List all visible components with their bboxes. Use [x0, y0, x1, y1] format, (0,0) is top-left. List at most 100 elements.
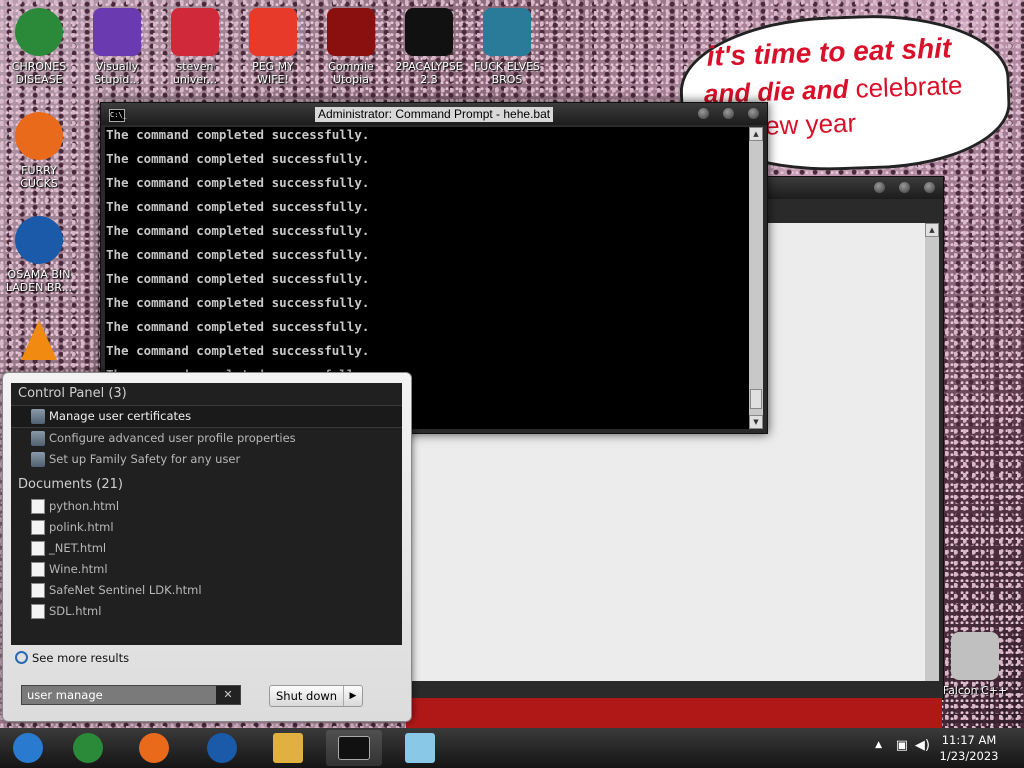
desktop-icon[interactable]: OSAMA BIN LADEN BR...	[2, 216, 76, 294]
html-file-icon	[31, 541, 45, 556]
obama-logo-icon	[15, 216, 63, 264]
document-result[interactable]: Wine.html	[11, 559, 402, 580]
html-file-icon	[31, 562, 45, 577]
desktop-icon[interactable]: 2PACALYPSE 2.3	[392, 8, 466, 86]
taskbar-firefox[interactable]	[126, 730, 182, 766]
desktop-icon-label: CHRONES DISEASE	[11, 60, 67, 86]
document-result[interactable]: python.html	[11, 496, 402, 517]
maximize-icon[interactable]	[899, 182, 910, 193]
cmd-icon	[338, 736, 370, 760]
taskbar-explorer[interactable]	[260, 730, 316, 766]
desktop-icon-label: Commie Utopia	[328, 60, 374, 86]
taskbar-start-button[interactable]	[0, 730, 56, 766]
search-icon	[15, 651, 28, 664]
desktop-icon-label: Falcon C++	[942, 684, 1008, 697]
cmd-output-line: The command completed successfully.	[106, 175, 370, 190]
result-label: _NET.html	[49, 541, 107, 555]
notepad-icon	[405, 733, 435, 763]
recycle-bin-icon	[951, 632, 999, 680]
desktop-icon[interactable]: steven univer...	[158, 8, 232, 86]
desktop-icon[interactable]: CHRONES DISEASE	[2, 8, 76, 86]
cmd-output-line: The command completed successfully.	[106, 151, 370, 166]
start-menu[interactable]: Control Panel (3) Manage user certificat…	[2, 372, 412, 722]
document-result[interactable]: _NET.html	[11, 538, 402, 559]
cmd-scrollbar[interactable]: ▲ ▼	[749, 127, 763, 429]
desktop-icon[interactable]: Commie Utopia	[314, 8, 388, 86]
network-icon[interactable]: ▣	[896, 738, 908, 753]
desktop-icon[interactable]: FURRY CUCKS	[2, 112, 76, 190]
shutdown-label: Shut down	[276, 689, 338, 703]
control-panel-result[interactable]: Configure advanced user profile properti…	[11, 428, 402, 449]
desktop-icon-label: Visually Stupid...	[94, 60, 140, 86]
shutdown-options-icon[interactable]: ▶	[343, 686, 362, 706]
scroll-up-icon[interactable]: ▲	[749, 127, 763, 141]
control-panel-header: Control Panel (3)	[18, 386, 127, 401]
desktop-icon[interactable]: Visually Stupid...	[80, 8, 154, 86]
document-result[interactable]: polink.html	[11, 517, 402, 538]
desktop-icon[interactable]: FUCK ELVES BROS	[470, 8, 544, 86]
result-label: Wine.html	[49, 562, 108, 576]
folder-icon	[273, 733, 303, 763]
search-input[interactable]	[22, 686, 222, 704]
see-more-results-link[interactable]: See more results	[15, 651, 129, 665]
vlc-icon	[15, 316, 63, 364]
cmd-output-line: The command completed successfully.	[106, 247, 370, 262]
system-icon	[31, 431, 45, 446]
meme-text-line3: ew year	[764, 107, 857, 141]
result-label: Set up Family Safety for any user	[49, 452, 241, 466]
cmd-output-line: The command completed successfully.	[106, 271, 370, 286]
control-panel-result[interactable]: Manage user certificates	[11, 405, 402, 428]
desktop-icon-label: FUCK ELVES BROS	[473, 60, 541, 86]
taskbar-notepad[interactable]	[392, 730, 448, 766]
commie-icon	[327, 8, 375, 56]
background-red-banner	[406, 698, 942, 728]
visual-studio-icon	[93, 8, 141, 56]
desktop-icon-label: steven univer...	[172, 60, 218, 86]
close-icon[interactable]	[924, 182, 935, 193]
cmd-window-icon: C:\_	[109, 109, 127, 122]
desktop-icon[interactable]: Falcon C++	[938, 632, 1012, 697]
cmd-output-line: The command completed successfully.	[106, 199, 370, 214]
result-label: python.html	[49, 499, 120, 513]
cmd-output-line: The command completed successfully.	[106, 319, 370, 334]
volume-icon[interactable]: ◀)	[915, 738, 930, 753]
result-label: Manage user certificates	[49, 409, 192, 423]
document-result[interactable]: SafeNet Sentinel LDK.html	[11, 580, 402, 601]
shutdown-button[interactable]: Shut down ▶	[269, 685, 363, 707]
peggle-icon	[249, 8, 297, 56]
scroll-up-icon[interactable]: ▲	[925, 223, 939, 237]
minimize-icon[interactable]	[698, 108, 709, 119]
close-icon[interactable]	[748, 108, 759, 119]
clock[interactable]: 11:17 AM 1/23/2023	[934, 732, 1004, 764]
explorer-scrollbar[interactable]: ▲	[925, 223, 939, 681]
taskbar-obama[interactable]	[194, 730, 250, 766]
desktop-icon-label: 2PACALYPSE 2.3	[395, 60, 463, 86]
scroll-down-icon[interactable]: ▼	[749, 415, 763, 429]
cmd-titlebar[interactable]: C:\_ Administrator: Command Prompt - heh…	[101, 103, 767, 125]
scroll-thumb[interactable]	[750, 389, 762, 409]
desktop-icon-label: OSAMA BIN LADEN BR...	[5, 268, 73, 294]
clear-search-icon[interactable]: ✕	[216, 686, 240, 704]
start-search-box[interactable]: ✕	[21, 685, 241, 705]
chrome-icon	[73, 733, 103, 763]
clock-date: 1/23/2023	[939, 749, 999, 763]
maximize-icon[interactable]	[723, 108, 734, 119]
taskbar-chrome[interactable]	[60, 730, 116, 766]
documents-header: Documents (21)	[18, 477, 123, 492]
desktop-icon[interactable]	[2, 316, 76, 368]
result-label: SDL.html	[49, 604, 102, 618]
steven-universe-icon	[171, 8, 219, 56]
cmd-output-line: The command completed successfully.	[106, 343, 370, 358]
cmd-icon	[405, 8, 453, 56]
html-file-icon	[31, 604, 45, 619]
minimize-icon[interactable]	[874, 182, 885, 193]
show-hidden-icons-icon[interactable]: ▲	[875, 740, 882, 750]
family-safety-icon	[31, 452, 45, 467]
desktop-icon[interactable]: PEG MY WIFE!	[236, 8, 310, 86]
cmd-output-line: The command completed successfully.	[106, 295, 370, 310]
taskbar-cmd[interactable]	[326, 730, 382, 766]
windows-orb-icon	[13, 733, 43, 763]
control-panel-result[interactable]: Set up Family Safety for any user	[11, 449, 402, 470]
document-result[interactable]: SDL.html	[11, 601, 402, 622]
html-file-icon	[31, 499, 45, 514]
